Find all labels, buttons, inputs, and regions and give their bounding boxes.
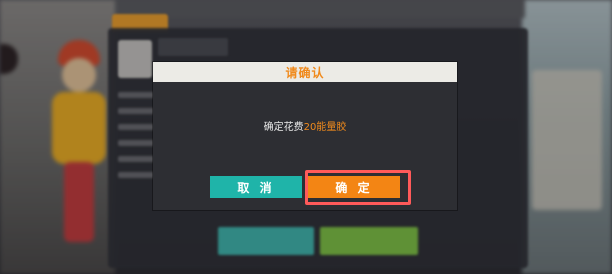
game-screen: 请确认 确定花费20能量胶 取 消 确 定 bbox=[0, 0, 612, 274]
dialog-message: 确定花费20能量胶 bbox=[153, 118, 457, 133]
message-amount: 20能量胶 bbox=[303, 122, 347, 133]
dialog-title: 请确认 bbox=[285, 65, 325, 80]
message-prefix: 确定花费 bbox=[263, 122, 304, 133]
confirm-dialog: 请确认 确定花费20能量胶 取 消 确 定 bbox=[153, 62, 457, 210]
cancel-button[interactable]: 取 消 bbox=[210, 176, 302, 198]
dialog-header: 请确认 bbox=[153, 62, 457, 82]
confirm-button[interactable]: 确 定 bbox=[308, 176, 400, 198]
